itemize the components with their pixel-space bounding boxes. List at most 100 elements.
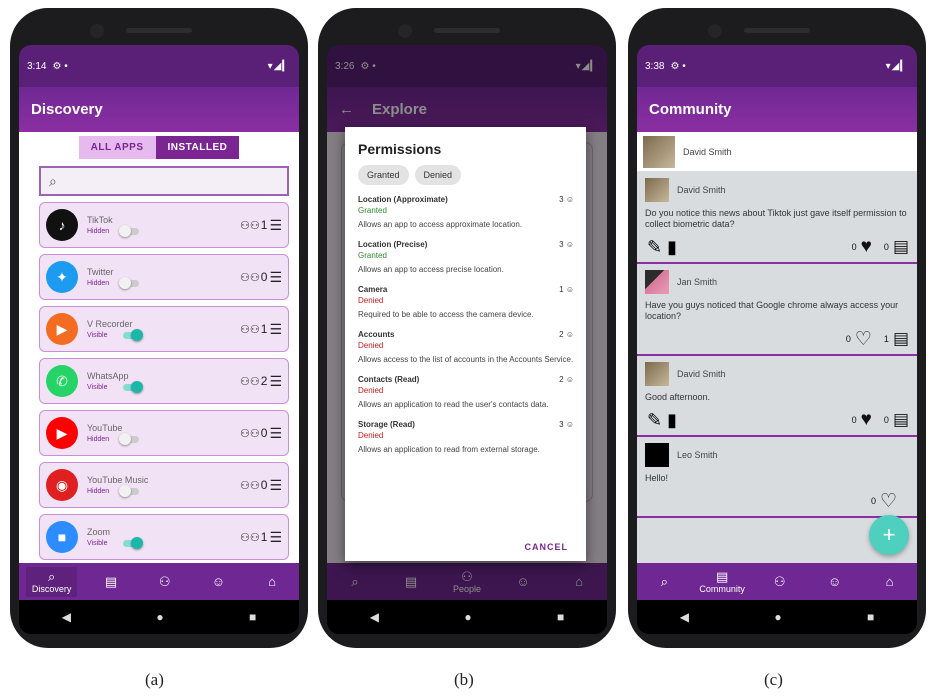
- granted-chip[interactable]: Granted: [358, 165, 409, 185]
- denied-chip[interactable]: Denied: [414, 165, 462, 185]
- app-card[interactable]: ■ Zoom Visible ⚇⚇ 1 ☰: [39, 514, 289, 560]
- comment-icon[interactable]: ▤: [893, 237, 909, 257]
- menu-icon[interactable]: ☰: [269, 373, 282, 390]
- visibility-toggle[interactable]: [119, 485, 139, 497]
- app-card[interactable]: ♪ TikTok Hidden ⚇⚇ 1 ☰: [39, 202, 289, 248]
- permission-status: Denied: [358, 341, 384, 350]
- nav-home[interactable]: ⌂: [252, 574, 292, 589]
- back-icon[interactable]: ◀: [62, 610, 71, 624]
- toggle-knob: [131, 329, 143, 341]
- back-icon[interactable]: ◀: [370, 610, 379, 624]
- toggle-knob: [119, 485, 131, 497]
- visibility-toggle[interactable]: [123, 329, 143, 341]
- permission-description: Allows an app to access approximate loca…: [358, 220, 523, 229]
- app-actions: ⚇⚇ 0 ☰: [240, 425, 282, 442]
- permission-item[interactable]: Camera Denied Required to be able to acces…: [358, 285, 574, 320]
- permission-description: Allows access to the list of accounts in…: [358, 355, 574, 364]
- status-bar: 3:38 ⚙ • ▾◢▎: [637, 45, 917, 87]
- edit-icon[interactable]: ✎: [647, 410, 667, 430]
- menu-icon[interactable]: ☰: [269, 425, 282, 442]
- app-card[interactable]: ▶ V Recorder Visible ⚇⚇ 1 ☰: [39, 306, 289, 352]
- nav-profile[interactable]: ☺: [815, 574, 855, 589]
- person-icon: ☺: [563, 375, 574, 384]
- search-icon: ⌕: [660, 573, 669, 589]
- delete-icon[interactable]: ▮: [667, 237, 677, 257]
- app-name: WhatsApp: [87, 371, 129, 381]
- permission-item[interactable]: Location (Approximate) Granted Allows an a…: [358, 195, 574, 230]
- heart-icon[interactable]: ♡: [880, 490, 897, 513]
- permission-item[interactable]: Contacts (Read) Denied Allows an applicati…: [358, 375, 574, 410]
- toggle-knob: [131, 537, 143, 549]
- permission-item[interactable]: Location (Precise) Granted Allows an app t…: [358, 240, 574, 275]
- visibility-toggle[interactable]: [119, 433, 139, 445]
- visibility-row: Visible: [87, 381, 240, 393]
- heart-icon[interactable]: ♥: [861, 409, 872, 431]
- permission-item[interactable]: Storage (Read) Denied Allows an applicatio…: [358, 420, 574, 455]
- nav-home[interactable]: ⌂: [870, 574, 910, 589]
- post-card[interactable]: David Smith Good afternoon. ✎ ▮ 0 ♥ 0 ▤: [637, 356, 917, 437]
- toggle-knob: [119, 433, 131, 445]
- app-card[interactable]: ◉ YouTube Music Hidden ⚇⚇ 0 ☰: [39, 462, 289, 508]
- nav-community[interactable]: ▤ Community: [699, 568, 745, 594]
- home-button-icon[interactable]: ●: [464, 610, 471, 624]
- nav-people[interactable]: ⚇: [760, 574, 800, 589]
- heart-icon[interactable]: ♡: [855, 328, 872, 351]
- post-header: Jan Smith: [645, 270, 909, 294]
- add-post-button[interactable]: +: [869, 515, 909, 555]
- toggle-knob: [119, 277, 131, 289]
- app-card[interactable]: ✦ Twitter Hidden ⚇⚇ 0 ☰: [39, 254, 289, 300]
- search-input[interactable]: ⌕: [39, 166, 289, 196]
- visibility-row: Hidden: [87, 433, 240, 445]
- feed-icon: ▤: [715, 568, 729, 584]
- nav-profile[interactable]: ☺: [198, 574, 238, 589]
- menu-icon[interactable]: ☰: [269, 529, 282, 546]
- installed-tab[interactable]: INSTALLED: [155, 136, 240, 159]
- permission-status: Denied: [358, 296, 384, 305]
- recents-icon[interactable]: ■: [867, 610, 874, 624]
- home-button-icon[interactable]: ●: [156, 610, 163, 624]
- post-footer: ✎ ▮ 0 ♥ 0 ▤: [645, 409, 909, 431]
- people-icon: ⚇⚇: [240, 427, 260, 440]
- recents-icon[interactable]: ■: [249, 610, 256, 624]
- comment-icon[interactable]: ▤: [893, 410, 909, 430]
- app-name: YouTube: [87, 423, 123, 433]
- menu-icon[interactable]: ☰: [269, 269, 282, 286]
- nav-people[interactable]: ⚇: [145, 574, 185, 589]
- menu-icon[interactable]: ☰: [269, 217, 282, 234]
- nav-discovery[interactable]: ⌕ Discovery: [25, 566, 78, 597]
- app-card[interactable]: ▶ YouTube Hidden ⚇⚇ 0 ☰: [39, 410, 289, 456]
- heart-icon[interactable]: ♥: [861, 236, 872, 258]
- post-card[interactable]: David Smith Do you notice this news about…: [637, 172, 917, 264]
- app-card[interactable]: ✆ WhatsApp Visible ⚇⚇ 2 ☰: [39, 358, 289, 404]
- edit-icon[interactable]: ✎: [647, 237, 667, 257]
- all-apps-tab[interactable]: ALL APPS: [78, 136, 156, 159]
- nav-discovery[interactable]: ⌕: [644, 573, 684, 589]
- menu-icon[interactable]: ☰: [269, 321, 282, 338]
- cancel-button[interactable]: CANCEL: [525, 542, 569, 552]
- visibility-toggle[interactable]: [123, 381, 143, 393]
- person-icon: ☺: [563, 420, 574, 429]
- nav-feed[interactable]: ▤: [91, 574, 131, 589]
- post-author: David Smith: [677, 369, 726, 379]
- app-actions: ⚇⚇ 1 ☰: [240, 321, 282, 338]
- home-button-icon[interactable]: ●: [774, 610, 781, 624]
- comment-icon[interactable]: ▤: [893, 329, 909, 349]
- menu-icon[interactable]: ☰: [269, 477, 282, 494]
- recents-icon[interactable]: ■: [557, 610, 564, 624]
- back-icon[interactable]: ◀: [680, 610, 689, 624]
- permission-item[interactable]: Accounts Denied Allows access to the list …: [358, 330, 574, 365]
- visibility-toggle[interactable]: [119, 225, 139, 237]
- user-count: 0: [260, 270, 268, 284]
- post-tools: ✎ ▮: [647, 410, 677, 431]
- visibility-toggle[interactable]: [123, 537, 143, 549]
- permission-name: Accounts: [358, 330, 395, 339]
- post-card[interactable]: Leo Smith Hello! 0 ♡: [637, 437, 917, 518]
- camera-icon: [90, 24, 104, 38]
- delete-icon[interactable]: ▮: [667, 410, 677, 430]
- post-card[interactable]: Jan Smith Have you guys noticed that Goog…: [637, 264, 917, 356]
- app-info: YouTube Music Hidden: [87, 475, 240, 497]
- visibility-toggle[interactable]: [119, 277, 139, 289]
- status-time: 3:14: [27, 60, 47, 72]
- avatar: [645, 362, 669, 386]
- permission-count: 2 ☺: [559, 375, 574, 384]
